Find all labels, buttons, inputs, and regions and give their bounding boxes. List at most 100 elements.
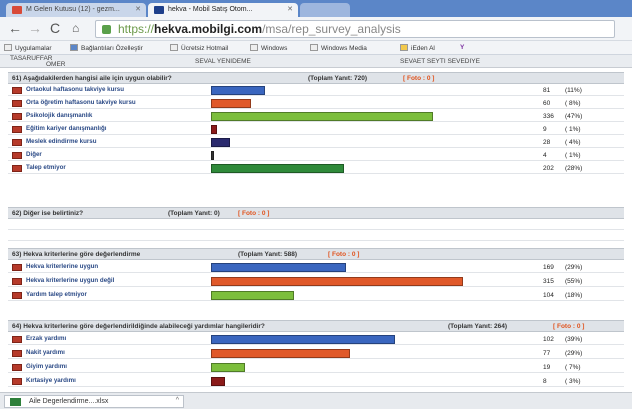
answer-count: 202 [543,165,554,172]
bookmark-yahoo[interactable]: Y [460,44,464,51]
answer-label[interactable]: Orta öğretim haftasonu takviye kursu [26,99,136,106]
downloads-bar: Aile Degerlendirme....xlsx ^ [0,392,632,409]
bookmark-hotmail[interactable]: Ücretsiz Hotmail [170,44,228,52]
reload-icon[interactable]: C [50,21,60,35]
page-icon [250,44,258,51]
answer-count: 9 [543,126,547,133]
answer-percent: (47%) [565,113,583,120]
answer-label[interactable]: Hekva kriterlerine uygun [26,263,98,270]
export-icon[interactable] [12,364,22,371]
question-total: (Toplam Yanıt: 588) [238,251,297,258]
close-icon[interactable]: ✕ [135,5,141,13]
export-icon[interactable] [12,165,22,172]
answer-label[interactable]: Talep etmiyor [26,164,66,171]
answer-row: Yardım talep etmiyor 104 (18%) [8,290,624,301]
answer-row: Hekva kriterlerine uygun değil 315 (55%) [8,276,624,287]
export-icon[interactable] [12,336,22,343]
answer-bar [211,335,395,344]
answer-row: Giyim yardımı 19 ( 7%) [8,362,624,373]
export-icon[interactable] [12,113,22,120]
tab-hekva[interactable]: hekva - Mobil Satış Otom... ✕ [148,3,298,17]
answer-label[interactable]: Giyim yardımı [26,363,67,370]
chevron-up-icon[interactable]: ^ [176,397,179,404]
survey-analysis-page: TASARUFFAR OMER SEVAL YENIDEME SEVAET SE… [0,55,632,392]
answer-count: 81 [543,87,551,94]
answer-bar [211,363,245,372]
home-icon[interactable]: ⌂ [72,21,79,35]
answer-label[interactable]: Erzak yardımı [26,335,66,342]
back-icon[interactable]: ← [8,21,22,35]
export-icon[interactable] [12,126,22,133]
export-icon[interactable] [12,378,22,385]
answer-label[interactable]: Kırtasiye yardımı [26,377,76,384]
browser-window: M Gelen Kutusu (12) - gezm... ✕ hekva - … [0,0,632,409]
answer-label[interactable]: Psikolojik danışmanlık [26,112,92,119]
close-icon[interactable]: ✕ [287,5,293,13]
answer-count: 336 [543,113,554,120]
bookmark-customize[interactable]: Bağlantıları Özelleştir [70,44,143,52]
answer-percent: ( 7%) [565,364,581,371]
export-icon[interactable] [12,152,22,159]
answer-bar [211,138,230,147]
address-bar[interactable]: https://hekva.mobilgi.com/msa/rep_survey… [95,20,615,38]
tab-title: hekva - Mobil Satış Otom... [168,6,253,13]
answer-count: 19 [543,364,551,371]
export-icon[interactable] [12,292,22,299]
tab-gmail[interactable]: M Gelen Kutusu (12) - gezm... ✕ [6,3,146,17]
export-icon[interactable] [12,264,22,271]
answer-bar [211,277,463,286]
answer-label[interactable]: Yardım talep etmiyor [26,291,87,298]
url-path: /msa/rep_survey_analysis [262,22,401,36]
answer-bar [211,263,346,272]
answer-label[interactable]: Diğer [26,151,42,158]
excel-file-icon [10,398,21,406]
answer-count: 28 [543,139,551,146]
answer-count: 4 [543,152,547,159]
url-protocol: https:// [118,22,155,36]
bookmark-iedenal[interactable]: iEden Al [400,44,435,52]
new-tab-button[interactable] [300,3,350,17]
answer-percent: (11%) [565,87,582,94]
answer-row: Kırtasiye yardımı 8 ( 3%) [8,376,624,387]
photo-link[interactable]: [ Foto : 0 ] [553,323,584,330]
answer-label[interactable]: Nakit yardımı [26,349,65,356]
question-title: 62) Diğer ise belirtiniz? [12,210,84,217]
bookmarks-bar: Uygulamalar Bağlantıları Özelleştir Ücre… [0,41,632,55]
page-icon [310,44,318,51]
answer-count: 8 [543,378,547,385]
answer-count: 315 [543,278,554,285]
strip-text: SEVAL YENIDEME [195,58,251,65]
answer-bar [211,151,214,160]
answer-label[interactable]: Eğitim kariyer danışmanlığı [26,125,106,132]
export-icon[interactable] [12,278,22,285]
bookmark-apps[interactable]: Uygulamalar [4,44,52,52]
question-total: (Toplam Yanıt: 264) [448,323,507,330]
bookmark-windows-media[interactable]: Windows Media [310,44,367,52]
apps-icon [4,44,12,51]
export-icon[interactable] [12,139,22,146]
answer-row: Erzak yardımı 102 (39%) [8,334,624,345]
photo-link[interactable]: [ Foto : 0 ] [238,210,269,217]
answer-label[interactable]: Ortaokul haftasonu takviye kursu [26,86,124,93]
answer-bar [211,349,350,358]
bookmark-windows[interactable]: Windows [250,44,287,52]
browser-toolbar: ← → C ⌂ https://hekva.mobilgi.com/msa/re… [0,17,632,41]
forward-icon[interactable]: → [28,21,42,35]
answer-bar [211,125,217,134]
answer-label[interactable]: Hekva kriterlerine uygun değil [26,277,114,284]
photo-link[interactable]: [ Foto : 0 ] [403,75,434,82]
answer-percent: ( 8%) [565,100,581,107]
question-header: 61) Aşağıdakilerden hangisi aile için uy… [8,72,624,84]
page-icon [170,44,178,51]
download-item[interactable]: Aile Degerlendirme....xlsx ^ [4,395,184,408]
export-icon[interactable] [12,100,22,107]
export-icon[interactable] [12,87,22,94]
export-icon[interactable] [12,350,22,357]
question-header: 64) Hekva kriterlerine göre değerlendiri… [8,320,624,332]
download-filename: Aile Degerlendirme....xlsx [29,398,109,405]
photo-link[interactable]: [ Foto : 0 ] [328,251,359,258]
answer-percent: (29%) [565,350,583,357]
empty-answer-row [8,220,624,230]
answer-bar [211,86,265,95]
answer-label[interactable]: Meslek edindirme kursu [26,138,97,145]
